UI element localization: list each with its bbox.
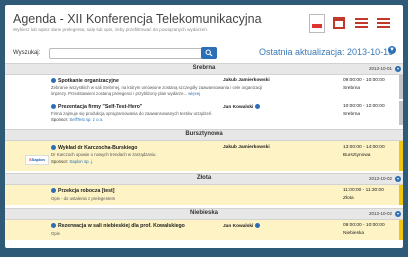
room-strip (399, 220, 403, 240)
room-name: Niebieska (189, 210, 219, 216)
room-header-niebieska: Niebieska 2013-10-02 ▾ (5, 208, 403, 220)
scroll-down-icon[interactable]: ▼ (388, 46, 396, 54)
room-strip (399, 101, 403, 125)
info-icon[interactable] (51, 188, 56, 194)
agenda-window: Agenda - XII Konferencja Telekomunikacyj… (5, 5, 403, 248)
event-room: Niebieska (343, 231, 365, 236)
room-date: 2013-10-01 (368, 66, 392, 71)
sponsor-logo: SSaplon (25, 155, 49, 165)
event-speaker[interactable]: Jakub Jamierkowski (223, 78, 270, 83)
collapse-icon[interactable]: ▾ (395, 211, 401, 217)
event-row[interactable]: Spotkanie organizacyjne Zebranie wszystk… (5, 75, 403, 99)
event-time: 10:00:00 - 12:00:00 (343, 104, 385, 109)
view-toolbar (309, 13, 391, 33)
page-subtitle: Wybierz lub wpisz dane prelegenta, salę … (13, 27, 209, 32)
event-room: Bursztynowa (343, 153, 371, 158)
header: Agenda - XII Konferencja Telekomunikacyj… (5, 5, 403, 67)
collapse-icon[interactable]: ▾ (395, 176, 401, 182)
calendar-icon[interactable] (331, 15, 347, 31)
search-button[interactable] (201, 47, 217, 59)
event-title[interactable]: Prezentacja firmy "Self-Test-Hero" (51, 104, 142, 110)
info-icon[interactable] (51, 223, 56, 229)
room-name: Srebrna (192, 65, 216, 71)
list-icon[interactable] (353, 15, 369, 31)
room-date: 2013-10-02 (368, 176, 392, 181)
event-speaker[interactable]: Jakub Jamierkowski (223, 145, 270, 150)
room-strip (399, 185, 403, 205)
room-date: 2013-10-02 (368, 211, 392, 216)
room-header-zlota: Złota 2013-10-02 ▾ (5, 173, 403, 185)
sponsor-link[interactable]: SelfTest sp. z o.o. (69, 117, 103, 122)
event-description-cont: imprezy. Przedstawieni zostaną prelegenc… (51, 91, 201, 96)
event-title[interactable]: Wykład dr Karczocha-Burskiego (51, 145, 137, 151)
event-time: 09:00:00 - 10:00:00 (343, 223, 385, 228)
event-title[interactable]: Rezerwacja w sali niebieskiej dla prof. … (51, 223, 185, 229)
event-row[interactable]: Prezentacja firmy "Self-Test-Hero" Firma… (5, 101, 403, 125)
event-time: 13:00:00 - 14:00:00 (343, 145, 385, 150)
event-time: 09:00:00 - 10:00:00 (343, 78, 385, 83)
info-icon[interactable] (51, 78, 56, 84)
event-speaker[interactable]: Jan Kowalski (223, 223, 262, 229)
pdf-icon[interactable] (309, 13, 325, 33)
sponsor-link[interactable]: Saplon sp. j. (69, 159, 93, 164)
event-time: 11:00:00 - 11:30:00 (343, 188, 384, 193)
more-link[interactable]: więcej (188, 91, 200, 96)
room-strip (399, 75, 403, 99)
event-title[interactable]: Spotkanie organizacyjne (51, 78, 119, 84)
collapse-icon[interactable]: ▾ (395, 66, 401, 72)
event-description: Zebranie wszystkich w sali Srebrnej, na … (51, 85, 263, 90)
info-icon[interactable] (51, 145, 56, 151)
event-row[interactable]: Przekcja robocza [test] Opis - do ustale… (5, 185, 403, 205)
event-description: Dr Karczoch opowie o nowych trendach w z… (51, 152, 157, 157)
event-sponsor: Sponsor: Saplon sp. j. (51, 159, 94, 164)
info-icon[interactable] (254, 104, 260, 109)
event-speaker[interactable]: Jan Kowalski (223, 104, 262, 110)
info-icon[interactable] (51, 104, 56, 110)
event-room: Srebrna (343, 86, 361, 91)
event-description: Opis - do ustalenia z prelegentem (51, 196, 116, 201)
info-icon[interactable] (254, 223, 260, 228)
event-room: Srebrna (343, 112, 361, 117)
event-row[interactable]: SSaplon Wykład dr Karczocha-Burskiego Dr… (5, 141, 403, 171)
event-room: Złota (343, 196, 354, 201)
room-header-srebrna: Srebrna 2013-10-01 ▾ (5, 63, 403, 75)
event-sponsor: Sponsor: SelfTest sp. z o.o. (51, 117, 104, 122)
room-strip (399, 141, 403, 171)
event-title[interactable]: Przekcja robocza [test] (51, 188, 115, 194)
room-name: Bursztynowa (185, 131, 223, 137)
last-updated: Ostatnia aktualizacja: 2013-10-15 (259, 47, 394, 57)
search-input[interactable] (49, 48, 203, 59)
search-icon (205, 49, 213, 57)
room-name: Złota (196, 175, 212, 181)
grid-icon[interactable] (375, 15, 391, 31)
event-description: Firma zajmuje się produkcją oprogramowan… (51, 111, 213, 116)
event-row[interactable]: Rezerwacja w sali niebieskiej dla prof. … (5, 220, 403, 240)
search-label: Wyszukaj: (13, 50, 41, 56)
page-title: Agenda - XII Konferencja Telekomunikacyj… (13, 12, 262, 26)
room-header-bursztynowa: Bursztynowa (5, 129, 403, 141)
event-description: Opis (51, 231, 60, 236)
